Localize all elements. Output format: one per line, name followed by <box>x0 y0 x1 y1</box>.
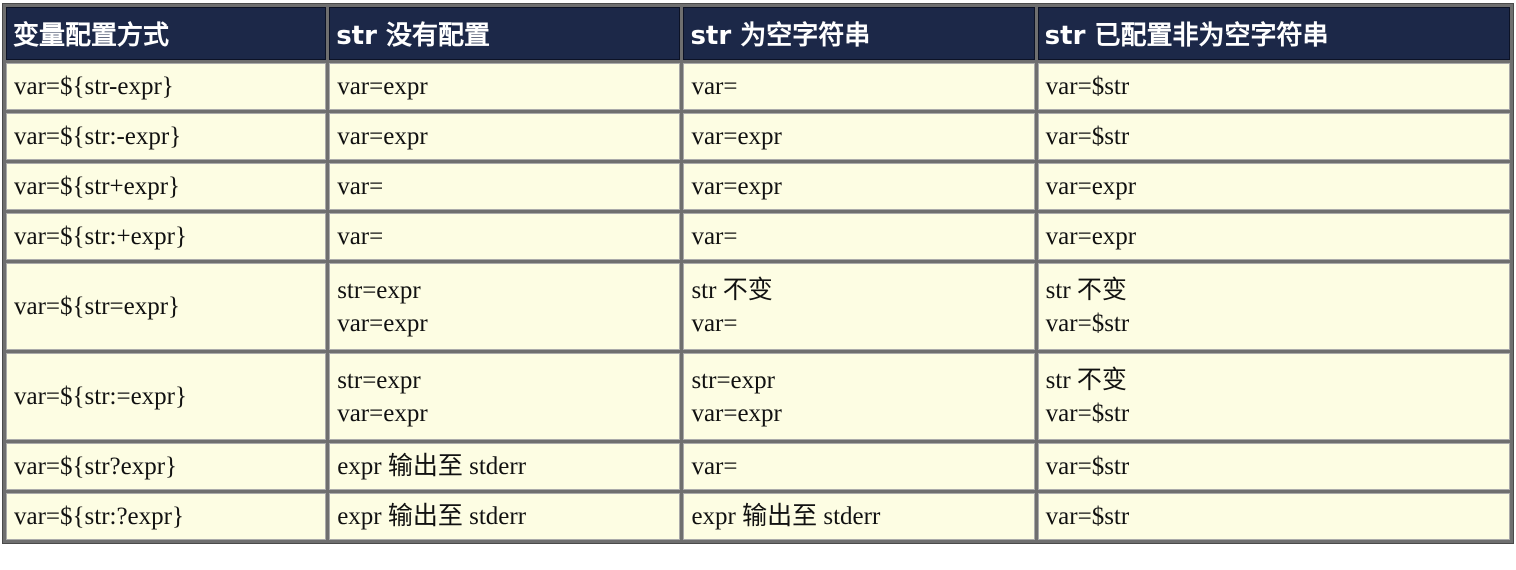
table-row: var=${str:=expr} str=expr var=expr str=e… <box>6 353 1510 440</box>
cell-method: var=${str:?expr} <box>6 493 327 540</box>
header-row: 变量配置方式 str 没有配置 str 为空字符串 str 已配置非为空字符串 <box>6 7 1510 60</box>
cell-line: var=$str <box>1045 399 1130 427</box>
cell-set-nonempty: var=$str <box>1037 443 1510 490</box>
cell-set-nonempty: str 不变 var=$str <box>1037 263 1510 350</box>
cell-line: var=expr <box>337 123 428 150</box>
header-set-nonempty: str 已配置非为空字符串 <box>1037 7 1510 60</box>
cell-not-set: expr 输出至 stderr <box>329 443 681 490</box>
table-row: var=${str=expr} str=expr var=expr str 不变… <box>6 263 1510 350</box>
cell-set-nonempty: var=$str <box>1037 63 1510 110</box>
cell-line: str=expr <box>691 366 775 394</box>
cell-method: var=${str-expr} <box>6 63 327 110</box>
header-not-set: str 没有配置 <box>329 7 681 60</box>
cell-method: var=${str:=expr} <box>6 353 327 440</box>
cell-empty: str=expr var=expr <box>683 353 1035 440</box>
cell-empty: expr 输出至 stderr <box>683 493 1035 540</box>
cell-line: var=expr <box>691 399 782 427</box>
table-row: var=${str+expr} var= var=expr var=expr <box>6 163 1510 210</box>
cell-line: var=expr <box>337 309 428 337</box>
cell-empty: var=expr <box>683 113 1035 160</box>
cell-line: var=expr <box>691 173 782 200</box>
header-method: 变量配置方式 <box>6 7 327 60</box>
cell-line: str 不变 <box>691 276 773 304</box>
cell-empty: str 不变 var= <box>683 263 1035 350</box>
header-empty: str 为空字符串 <box>683 7 1035 60</box>
cell-line: var=expr <box>691 123 782 150</box>
cell-line: var=expr <box>1045 173 1137 200</box>
cell-method: var=${str:-expr} <box>6 113 327 160</box>
cell-line: str=expr <box>337 366 421 394</box>
table-row: var=${str:+expr} var= var= var=expr <box>6 213 1510 260</box>
table-row: var=${str-expr} var=expr var= var=$str <box>6 63 1510 110</box>
cell-line: str 不变 <box>1045 276 1127 304</box>
table-body: var=${str-expr} var=expr var= var=$str v… <box>6 63 1510 540</box>
table-row: var=${str?expr} expr 输出至 stderr var= var… <box>6 443 1510 490</box>
cell-not-set: var=expr <box>329 63 681 110</box>
cell-line: var=expr <box>337 399 428 427</box>
cell-set-nonempty: var=$str <box>1037 493 1510 540</box>
cell-line: var=expr <box>1045 223 1137 250</box>
cell-line: var= <box>691 223 738 250</box>
cell-line: var= <box>691 309 738 337</box>
cell-not-set: expr 输出至 stderr <box>329 493 681 540</box>
cell-empty: var= <box>683 443 1035 490</box>
table-row: var=${str:?expr} expr 输出至 stderr expr 输出… <box>6 493 1510 540</box>
cell-set-nonempty: var=expr <box>1037 163 1510 210</box>
cell-line: var=expr <box>337 73 428 100</box>
cell-line: var=$str <box>1045 453 1130 480</box>
cell-set-nonempty: var=expr <box>1037 213 1510 260</box>
cell-not-set: var=expr <box>329 113 681 160</box>
cell-line: var=$str <box>1045 309 1130 337</box>
cell-method: var=${str+expr} <box>6 163 327 210</box>
cell-not-set: str=expr var=expr <box>329 263 681 350</box>
cell-method: var=${str?expr} <box>6 443 327 490</box>
cell-not-set: str=expr var=expr <box>329 353 681 440</box>
cell-line: var=$str <box>1045 503 1130 530</box>
cell-line: var=$str <box>1045 123 1130 150</box>
variable-substitution-table: 变量配置方式 str 没有配置 str 为空字符串 str 已配置非为空字符串 … <box>2 3 1514 544</box>
cell-line: expr 输出至 stderr <box>691 503 881 530</box>
cell-empty: var=expr <box>683 163 1035 210</box>
cell-line: var=$str <box>1045 73 1130 100</box>
cell-line: expr 输出至 stderr <box>337 453 527 480</box>
cell-method: var=${str=expr} <box>6 263 327 350</box>
cell-line: var= <box>337 223 384 250</box>
cell-not-set: var= <box>329 163 681 210</box>
cell-line: str=expr <box>337 276 421 304</box>
cell-line: expr 输出至 stderr <box>337 503 527 530</box>
cell-line: var= <box>337 173 384 200</box>
cell-line: var= <box>691 453 738 480</box>
cell-line: var= <box>691 73 738 100</box>
table-header: 变量配置方式 str 没有配置 str 为空字符串 str 已配置非为空字符串 <box>6 7 1510 60</box>
cell-set-nonempty: var=$str <box>1037 113 1510 160</box>
cell-empty: var= <box>683 63 1035 110</box>
table-row: var=${str:-expr} var=expr var=expr var=$… <box>6 113 1510 160</box>
cell-not-set: var= <box>329 213 681 260</box>
cell-set-nonempty: str 不变 var=$str <box>1037 353 1510 440</box>
cell-empty: var= <box>683 213 1035 260</box>
cell-method: var=${str:+expr} <box>6 213 327 260</box>
cell-line: str 不变 <box>1045 366 1127 394</box>
page: 变量配置方式 str 没有配置 str 为空字符串 str 已配置非为空字符串 … <box>0 0 1516 544</box>
